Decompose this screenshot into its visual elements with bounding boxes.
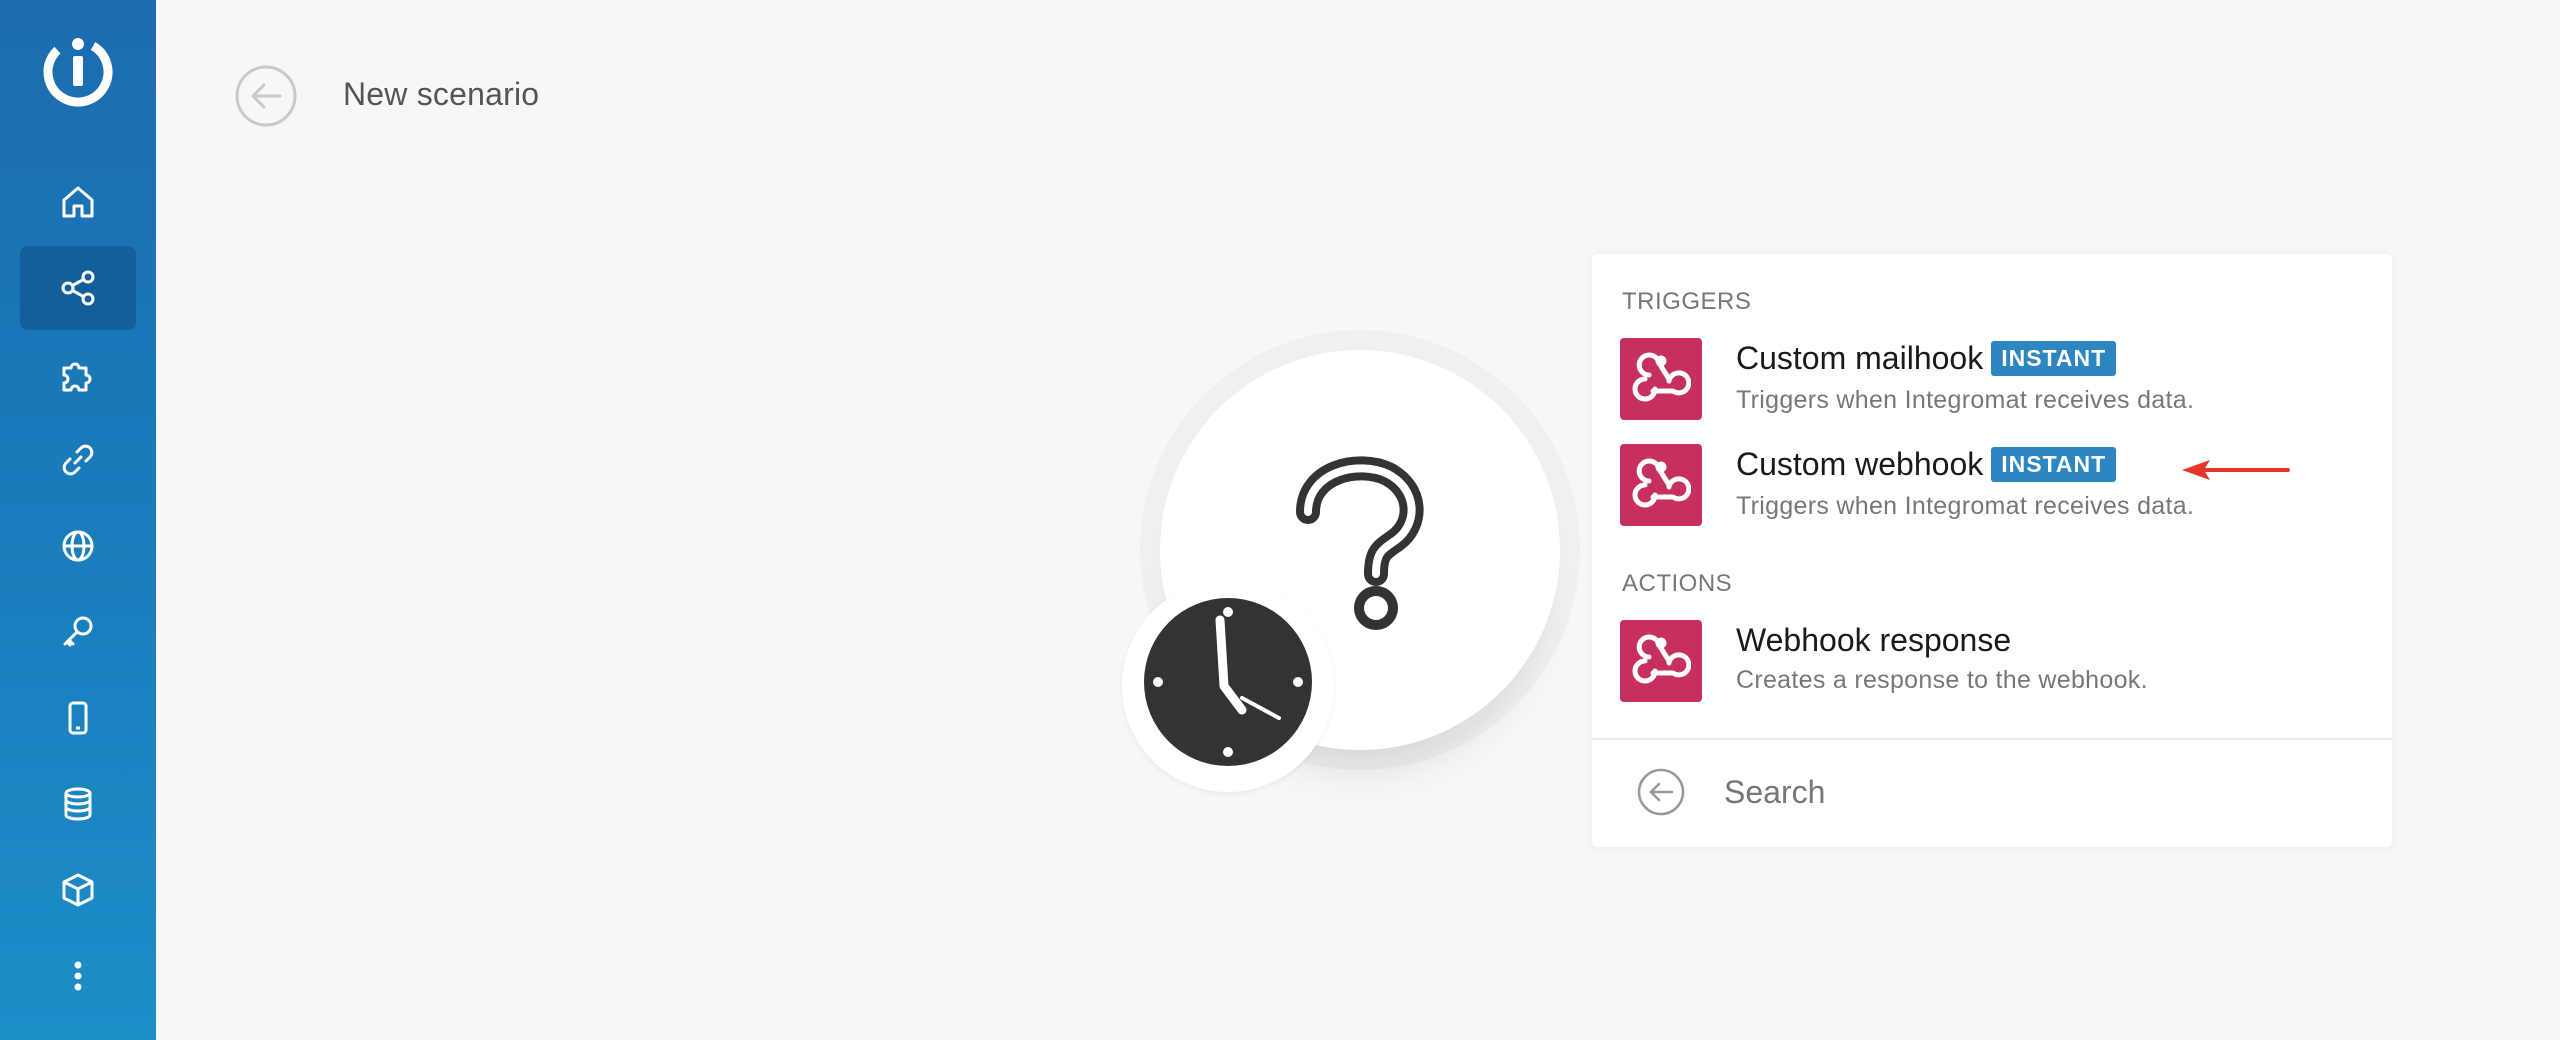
module-title: Custom mailhook bbox=[1736, 339, 1984, 376]
module-picker-panel: TRIGGERS Custom mailhook INSTANT Trigger… bbox=[1592, 254, 2392, 847]
module-title-row: Custom mailhook INSTANT bbox=[1736, 338, 2117, 378]
sidebar-item-datastores[interactable] bbox=[20, 762, 136, 846]
search-back-button[interactable] bbox=[1636, 767, 1686, 817]
sidebar-item-home[interactable] bbox=[20, 160, 136, 244]
triggers-section-label: TRIGGERS bbox=[1622, 288, 1752, 315]
sidebar-item-scenarios[interactable] bbox=[20, 246, 136, 330]
integromat-logo[interactable] bbox=[42, 36, 114, 108]
module-icon-tile bbox=[1620, 444, 1702, 526]
module-description: Triggers when Integromat receives data. bbox=[1736, 492, 2195, 520]
webhook-icon bbox=[1632, 458, 1691, 508]
key-icon bbox=[63, 616, 93, 647]
sidebar-item-devices[interactable] bbox=[20, 676, 136, 760]
actions-section-label: ACTIONS bbox=[1622, 570, 1733, 597]
module-title: Custom webhook bbox=[1736, 445, 1984, 482]
page-title: New scenario bbox=[343, 76, 540, 112]
webhook-icon bbox=[1632, 352, 1691, 402]
webhook-icon bbox=[1632, 634, 1691, 684]
sidebar-item-keys[interactable] bbox=[20, 590, 136, 674]
link-icon bbox=[62, 444, 94, 476]
search-input[interactable] bbox=[1722, 762, 2362, 822]
puzzle-icon bbox=[62, 362, 92, 392]
clock-icon[interactable] bbox=[1144, 598, 1312, 766]
red-arrow-icon bbox=[2182, 460, 2290, 480]
module-description: Creates a response to the webhook. bbox=[1736, 666, 2148, 694]
phone-icon bbox=[68, 701, 88, 735]
instant-badge: INSTANT bbox=[1991, 446, 2117, 482]
sidebar bbox=[0, 0, 156, 1040]
module-icon-tile bbox=[1620, 338, 1702, 420]
instant-badge: INSTANT bbox=[1991, 340, 2117, 376]
sidebar-item-datastructures[interactable] bbox=[20, 848, 136, 932]
module-description: Triggers when Integromat receives data. bbox=[1736, 386, 2195, 414]
database-icon bbox=[64, 787, 92, 821]
sidebar-item-connections[interactable] bbox=[20, 418, 136, 502]
more-vertical-icon bbox=[74, 961, 82, 991]
back-button[interactable] bbox=[234, 64, 298, 128]
module-item-webhook-response[interactable]: Webhook response Creates a response to t… bbox=[1620, 620, 2360, 704]
box-icon bbox=[62, 873, 94, 907]
module-title-row: Webhook response bbox=[1736, 620, 2011, 660]
sidebar-item-templates[interactable] bbox=[20, 332, 136, 416]
module-icon-tile bbox=[1620, 620, 1702, 702]
module-item-custom-mailhook[interactable]: Custom mailhook INSTANT Triggers when In… bbox=[1620, 338, 2360, 422]
module-item-custom-webhook[interactable]: Custom webhook INSTANT Triggers when Int… bbox=[1620, 444, 2360, 528]
panel-divider bbox=[1592, 738, 2392, 740]
sidebar-item-more[interactable] bbox=[20, 934, 136, 1018]
module-title-row: Custom webhook INSTANT bbox=[1736, 444, 2117, 484]
globe-icon bbox=[62, 530, 94, 562]
module-title: Webhook response bbox=[1736, 621, 2012, 658]
share-icon bbox=[61, 270, 95, 306]
home-icon bbox=[62, 186, 94, 218]
sidebar-item-webhooks[interactable] bbox=[20, 504, 136, 588]
